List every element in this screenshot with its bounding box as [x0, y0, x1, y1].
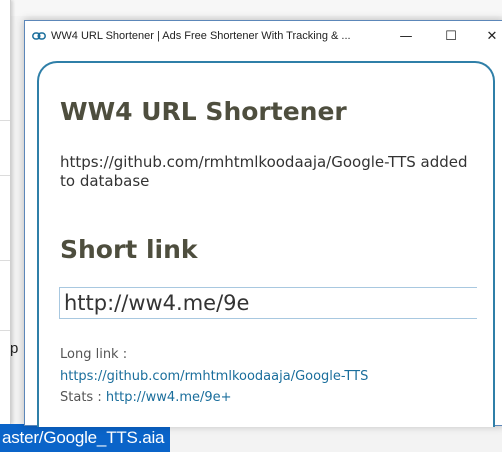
- background-toolbar: [10, 0, 502, 16]
- maximize-button[interactable]: ☐: [432, 21, 470, 51]
- short-link-field[interactable]: [59, 287, 477, 319]
- extension-popup-window: WW4 URL Shortener | Ads Free Shortener W…: [24, 20, 502, 427]
- page-title: WW4 URL Shortener: [60, 97, 347, 126]
- window-titlebar[interactable]: WW4 URL Shortener | Ads Free Shortener W…: [25, 21, 502, 51]
- long-link-label: Long link :: [60, 347, 128, 362]
- short-link-heading: Short link: [60, 235, 198, 264]
- minimize-button[interactable]: —: [387, 21, 425, 51]
- stats-link[interactable]: http://ww4.me/9e+: [106, 390, 232, 405]
- selected-file-name[interactable]: aster/Google_TTS.aia: [0, 424, 171, 452]
- stats-row: Stats : http://ww4.me/9e+: [60, 390, 232, 405]
- status-message: https://github.com/rmhtmlkoodaaja/Google…: [60, 153, 468, 190]
- background-left-panel: [0, 0, 11, 424]
- long-link[interactable]: https://github.com/rmhtmlkoodaaja/Google…: [60, 369, 368, 384]
- shortener-card: WW4 URL Shortener https://github.com/rmh…: [37, 61, 495, 427]
- stats-label: Stats :: [60, 390, 106, 405]
- window-title: WW4 URL Shortener | Ads Free Shortener W…: [51, 30, 351, 42]
- close-button[interactable]: ✕: [473, 21, 502, 51]
- background-text-fragment: p: [10, 340, 19, 357]
- chain-link-icon: [31, 28, 47, 44]
